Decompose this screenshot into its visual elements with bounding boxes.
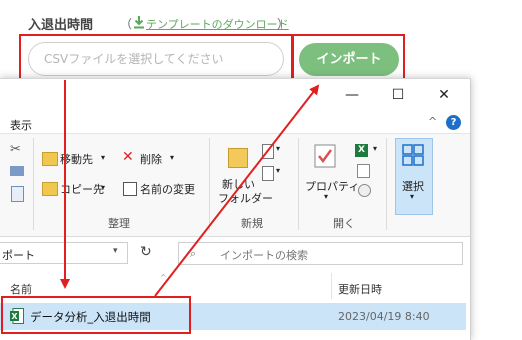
properties-icon bbox=[314, 144, 336, 168]
ribbon-separator bbox=[298, 138, 299, 230]
new-item-dropdown-icon[interactable]: ▾ bbox=[276, 144, 280, 153]
column-header-name[interactable]: 名前 bbox=[10, 281, 32, 297]
address-row: ポート ▾ ↻ ⌕ インポートの検索 bbox=[0, 239, 470, 269]
properties-button[interactable]: プロパティ bbox=[305, 178, 359, 194]
highlight-csv-input bbox=[19, 34, 293, 84]
cut-icon[interactable]: ✂ bbox=[10, 142, 21, 157]
group-organize-label: 整理 bbox=[108, 217, 130, 230]
copy-to-button[interactable]: コピー先 bbox=[60, 181, 104, 197]
easy-access-dropdown-icon[interactable]: ▾ bbox=[276, 166, 280, 175]
ribbon-separator bbox=[386, 138, 387, 230]
delete-dropdown-icon[interactable]: ▾ bbox=[170, 153, 174, 162]
copy-to-icon bbox=[42, 182, 58, 196]
search-placeholder: インポートの検索 bbox=[220, 249, 308, 262]
ribbon-separator bbox=[33, 138, 34, 230]
open-dropdown-icon[interactable]: ▾ bbox=[373, 144, 377, 153]
address-path: ポート bbox=[2, 249, 35, 262]
new-folder-icon bbox=[228, 148, 248, 168]
tab-view[interactable]: 表示 bbox=[10, 117, 32, 133]
select-dropdown-icon[interactable]: ▾ bbox=[410, 192, 414, 201]
help-icon[interactable]: ? bbox=[446, 115, 461, 130]
template-download-link[interactable]: テンプレートのダウンロード bbox=[146, 16, 289, 32]
paste-shortcut-icon[interactable] bbox=[11, 186, 24, 202]
new-folder-label-2[interactable]: フォルダー bbox=[218, 190, 273, 206]
column-divider[interactable] bbox=[331, 273, 332, 299]
paren-open: （ bbox=[120, 17, 133, 31]
download-icon[interactable] bbox=[133, 15, 145, 29]
select-grid-icon bbox=[402, 144, 424, 166]
group-open-label: 開く bbox=[333, 217, 355, 230]
easy-access-icon[interactable] bbox=[262, 166, 274, 181]
new-item-icon[interactable] bbox=[262, 144, 274, 159]
edit-icon[interactable] bbox=[357, 164, 370, 178]
copy-path-icon[interactable] bbox=[10, 166, 24, 176]
highlight-file-row bbox=[1, 296, 191, 334]
close-button[interactable]: ✕ bbox=[432, 85, 456, 105]
paren-close: ） bbox=[277, 17, 290, 31]
minimize-button[interactable]: — bbox=[340, 85, 364, 105]
ribbon-collapse-icon[interactable]: ^ bbox=[428, 115, 437, 128]
properties-dropdown-icon[interactable]: ▾ bbox=[324, 192, 328, 201]
form-label: 入退出時間 bbox=[28, 18, 94, 33]
refresh-icon[interactable]: ↻ bbox=[140, 244, 152, 260]
move-to-dropdown-icon[interactable]: ▾ bbox=[101, 153, 105, 162]
ribbon-separator bbox=[209, 138, 210, 230]
column-header-modified[interactable]: 更新日時 bbox=[338, 281, 382, 297]
delete-icon: ✕ bbox=[122, 149, 134, 165]
move-to-icon bbox=[42, 152, 58, 166]
ribbon: ✂ 移動先 ▾ コピー先 ▾ ✕ 削除 ▾ 名前の変更 整理 ▾ ▾ 新しい フ… bbox=[0, 133, 470, 237]
delete-button[interactable]: 削除 bbox=[140, 151, 162, 167]
file-modified-date: 2023/04/19 8:40 bbox=[338, 310, 430, 323]
move-to-button[interactable]: 移動先 bbox=[60, 151, 93, 167]
group-new-label: 新規 bbox=[241, 217, 263, 230]
rename-button[interactable]: 名前の変更 bbox=[140, 181, 195, 197]
highlight-import-button bbox=[292, 34, 405, 84]
search-icon: ⌕ bbox=[190, 247, 197, 260]
sort-indicator-icon: ^ bbox=[160, 273, 167, 282]
history-icon[interactable] bbox=[358, 184, 371, 197]
rename-icon bbox=[123, 182, 137, 196]
address-dropdown-icon[interactable]: ▾ bbox=[113, 246, 118, 256]
maximize-button[interactable]: ☐ bbox=[386, 85, 410, 105]
excel-icon[interactable]: X bbox=[355, 144, 368, 157]
copy-to-dropdown-icon[interactable]: ▾ bbox=[101, 183, 105, 192]
